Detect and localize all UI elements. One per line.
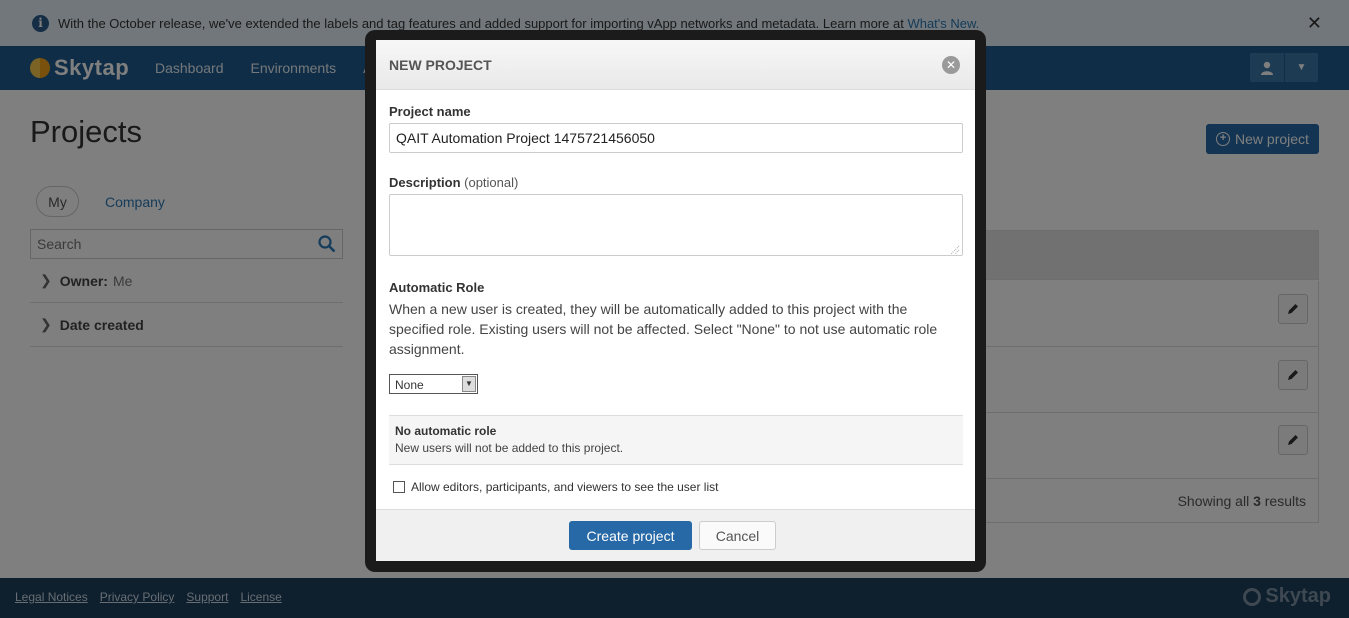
user-list-checkbox-label[interactable]: Allow editors, participants, and viewers…: [411, 480, 718, 494]
new-project-dialog: NEW PROJECT ✕ Project name Description (…: [376, 40, 975, 561]
dropdown-arrow-icon: ▼: [462, 376, 476, 392]
description-label: Description (optional): [389, 175, 519, 190]
cancel-button[interactable]: Cancel: [699, 521, 776, 550]
role-select-value: None: [395, 378, 424, 392]
role-info-desc: New users will not be added to this proj…: [395, 441, 624, 455]
role-info-box: No automatic role New users will not be …: [389, 415, 963, 465]
project-name-input[interactable]: [389, 123, 963, 153]
automatic-role-select[interactable]: None ▼: [389, 374, 478, 394]
create-project-button[interactable]: Create project: [569, 521, 692, 550]
resize-grip-icon[interactable]: [948, 243, 960, 255]
dialog-header: NEW PROJECT ✕: [376, 40, 975, 90]
dialog-title: NEW PROJECT: [389, 57, 492, 73]
description-textarea[interactable]: [389, 194, 963, 256]
automatic-role-description: When a new user is created, they will be…: [389, 301, 938, 357]
user-list-visibility-option: Allow editors, participants, and viewers…: [393, 480, 718, 494]
role-info-title: No automatic role: [395, 424, 497, 438]
dialog-footer: Create project Cancel: [376, 509, 975, 561]
user-list-checkbox[interactable]: [393, 481, 405, 493]
automatic-role-label: Automatic Role: [389, 280, 485, 295]
project-name-label: Project name: [389, 104, 471, 119]
close-icon[interactable]: ✕: [942, 56, 960, 74]
